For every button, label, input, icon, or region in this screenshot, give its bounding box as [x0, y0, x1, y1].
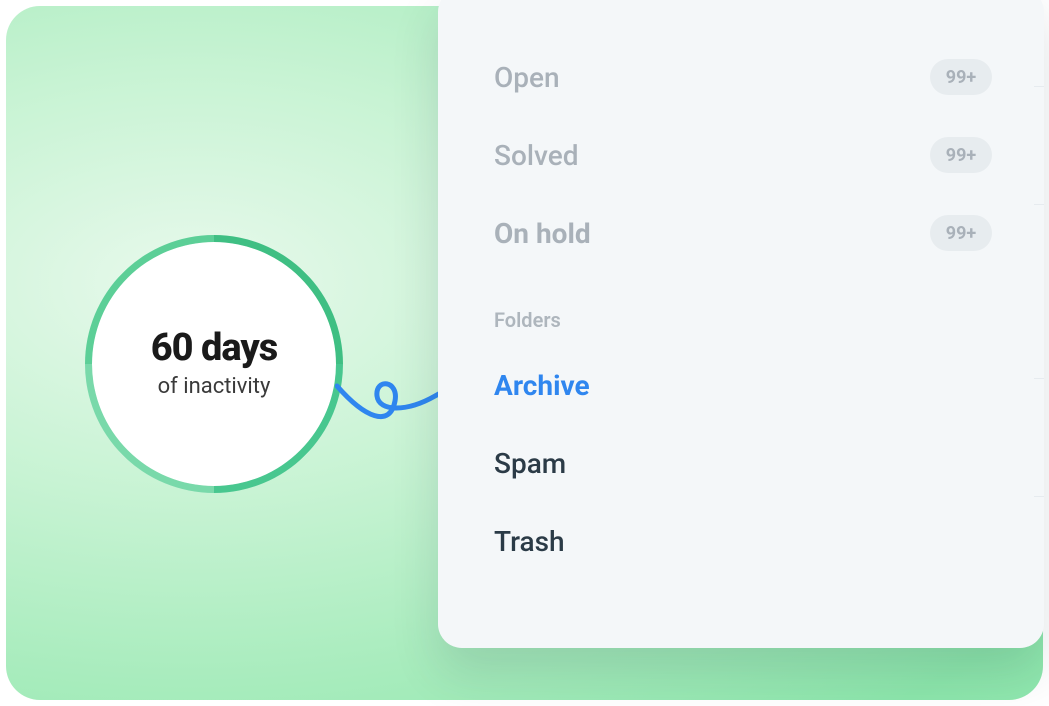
status-on-hold[interactable]: On hold 99+: [494, 194, 992, 272]
count-badge: 99+: [930, 59, 992, 95]
folder-list: Archive Spam Trash: [494, 346, 992, 580]
inactivity-headline: 60 days: [151, 329, 278, 369]
status-label: Solved: [494, 139, 578, 172]
status-list: Open 99+ Solved 99+ On hold 99+: [494, 38, 992, 272]
folders-section-title: Folders: [494, 308, 992, 332]
folder-label: Spam: [494, 447, 566, 480]
panel-right-edge-marks: [1034, 0, 1044, 628]
count-badge: 99+: [930, 215, 992, 251]
sidebar-panel: Open 99+ Solved 99+ On hold 99+ Folders …: [438, 0, 1044, 648]
folder-trash[interactable]: Trash: [494, 502, 992, 580]
inactivity-subline: of inactivity: [158, 374, 271, 399]
folder-label: Archive: [494, 369, 590, 402]
stage: 60 days of inactivity Open 99+ Solved 99…: [0, 0, 1049, 706]
inactivity-callout-circle: 60 days of inactivity: [85, 235, 343, 493]
folder-archive[interactable]: Archive: [494, 346, 992, 424]
folder-label: Trash: [494, 525, 565, 558]
status-label: Open: [494, 61, 560, 94]
folder-spam[interactable]: Spam: [494, 424, 992, 502]
inactivity-callout-content: 60 days of inactivity: [85, 235, 343, 493]
count-badge: 99+: [930, 137, 992, 173]
status-open[interactable]: Open 99+: [494, 38, 992, 116]
status-solved[interactable]: Solved 99+: [494, 116, 992, 194]
status-label: On hold: [494, 217, 591, 250]
